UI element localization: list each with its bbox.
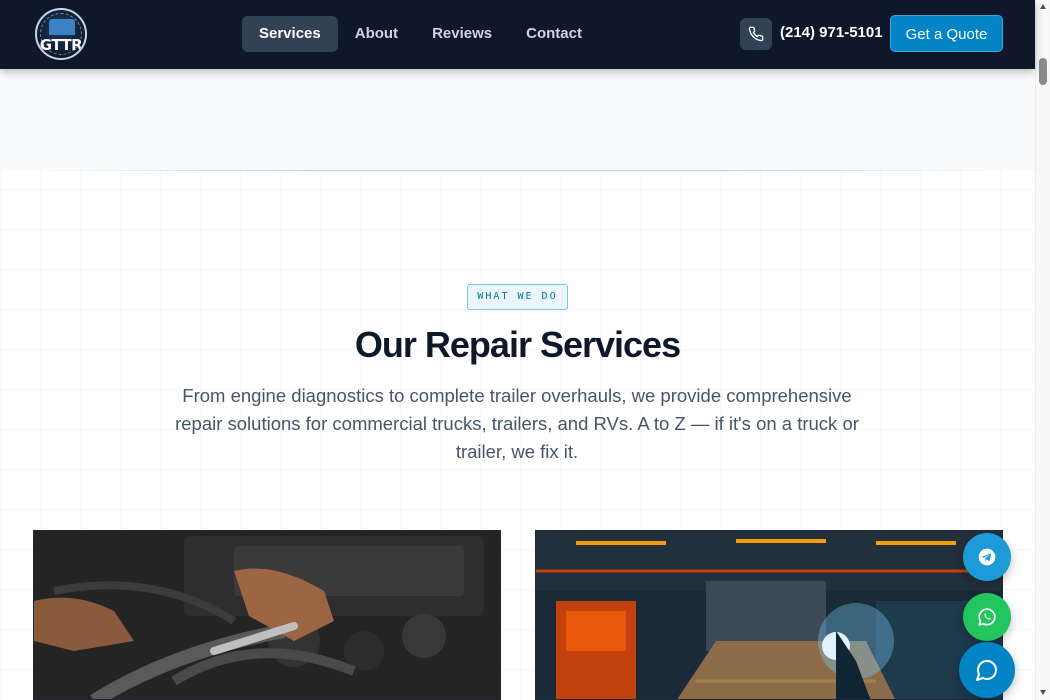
- page-scrollbar[interactable]: [1035, 0, 1050, 700]
- chat-button[interactable]: [959, 642, 1015, 698]
- service-card-welding-image[interactable]: [535, 530, 1003, 700]
- section-title: Our Repair Services: [354, 324, 681, 365]
- page: GTTR Services About Reviews Contact (214…: [0, 0, 1050, 700]
- scroll-up-arrow-icon[interactable]: [1040, 4, 1046, 9]
- scroll-down-arrow-icon[interactable]: [1040, 690, 1046, 695]
- nav-link-reviews[interactable]: Reviews: [415, 16, 509, 52]
- welding-workshop-photo: [536, 531, 1002, 699]
- engine-repair-photo: [34, 531, 500, 699]
- nav-link-services[interactable]: Services: [242, 16, 338, 52]
- whatsapp-button[interactable]: [963, 593, 1011, 641]
- brand-logo[interactable]: GTTR: [35, 8, 87, 60]
- chat-bubble-icon: [976, 660, 997, 681]
- phone-number-link[interactable]: (214) 971-5101: [780, 24, 883, 41]
- navbar: GTTR Services About Reviews Contact (214…: [0, 0, 1035, 69]
- nav-link-about[interactable]: About: [338, 16, 415, 52]
- section-description: From engine diagnostics to complete trai…: [175, 385, 859, 462]
- nav-link-contact[interactable]: Contact: [509, 16, 599, 52]
- main-nav: Services About Reviews Contact: [242, 16, 599, 52]
- logo-text: GTTR: [39, 36, 83, 54]
- truck-logo-icon: [49, 19, 75, 35]
- section-divider: [40, 170, 995, 171]
- whatsapp-icon: [978, 608, 996, 626]
- telegram-icon: [978, 548, 996, 566]
- section-eyebrow-badge: WHAT WE DO: [467, 284, 568, 310]
- scrollbar-thumb[interactable]: [1039, 58, 1047, 85]
- phone-icon: [748, 26, 764, 42]
- get-quote-button[interactable]: Get a Quote: [890, 15, 1003, 52]
- service-card-engine-image[interactable]: [33, 530, 501, 700]
- telegram-button[interactable]: [963, 533, 1011, 581]
- hero-bottom-band: [0, 69, 1035, 171]
- phone-button[interactable]: [740, 18, 772, 50]
